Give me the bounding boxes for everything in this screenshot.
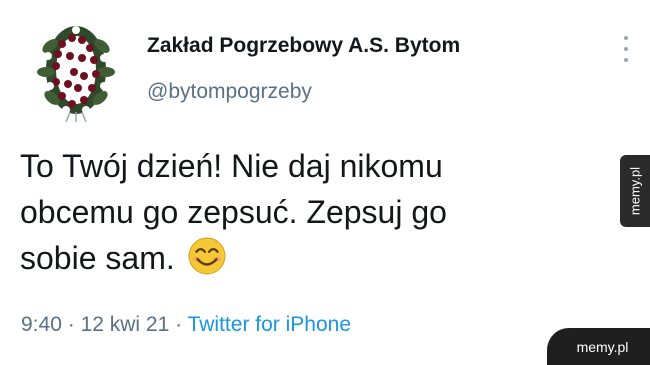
tweet-date[interactable]: 12 kwi 21 — [81, 313, 170, 336]
tweet-text-line: To Twój dzień! Nie daj nikomu — [20, 148, 443, 184]
display-name[interactable]: Zakład Pogrzebowy A.S. Bytom — [147, 34, 460, 58]
tweet-text: To Twój dzień! Nie daj nikomu obcemu go … — [20, 143, 580, 281]
tweet-meta: 9:40 · 12 kwi 21 · Twitter for iPhone — [21, 313, 351, 337]
separator: · — [67, 313, 75, 336]
dot — [624, 47, 628, 51]
watermark-side: memy.pl — [620, 155, 650, 227]
watermark-side-text: memy.pl — [627, 166, 643, 216]
tweet-text-line-last: sobie sam. — [20, 235, 580, 281]
separator: · — [175, 313, 183, 336]
funeral-wreath-icon — [37, 26, 115, 123]
watermark-corner: memy.pl — [547, 328, 650, 365]
tweet-time[interactable]: 9:40 — [21, 313, 62, 336]
avatar[interactable] — [26, 16, 126, 124]
more-vertical-icon[interactable] — [616, 36, 636, 62]
tweet-source-link[interactable]: Twitter for iPhone — [188, 313, 351, 336]
dot — [624, 36, 628, 40]
handle[interactable]: @bytompogrzeby — [147, 80, 312, 104]
dot — [624, 58, 628, 62]
tweet-text-line: obcemu go zepsuć. Zepsuj go — [20, 194, 447, 230]
smiling-face-icon — [188, 237, 226, 275]
tweet-text-line-content: sobie sam. — [20, 240, 175, 276]
